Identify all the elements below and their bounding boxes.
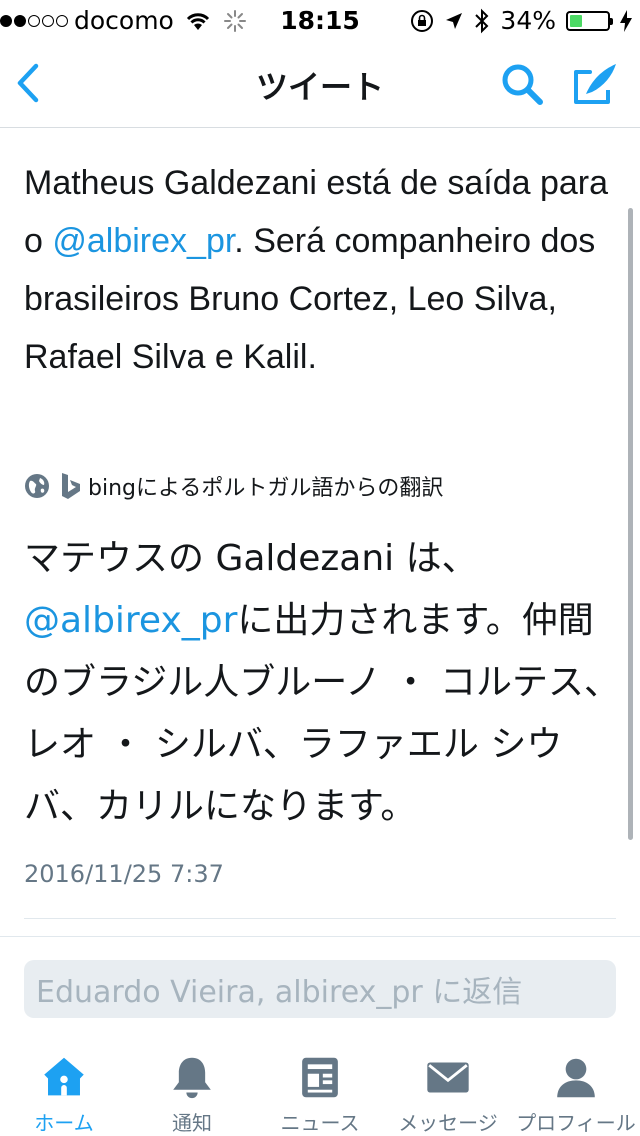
charging-bolt-icon [620, 9, 632, 32]
divider [24, 918, 616, 919]
tab-home[interactable]: ホーム [0, 1040, 128, 1136]
scroll-indicator [628, 208, 633, 840]
bing-logo-icon [62, 473, 80, 499]
orientation-lock-icon [411, 9, 434, 32]
tab-label: ホーム [34, 1111, 94, 1135]
reply-placeholder: Eduardo Vieira, albirex_pr に返信 [36, 975, 523, 1010]
tab-label: メッセージ [398, 1111, 498, 1135]
tweet-timestamp: 2016/11/25 7:37 [24, 860, 224, 888]
tab-news[interactable]: ニュース [256, 1040, 384, 1136]
tab-notifications[interactable]: 通知 [128, 1040, 256, 1136]
tab-label: プロフィール [516, 1111, 636, 1135]
battery-icon [566, 10, 613, 31]
tab-profile[interactable]: プロフィール [512, 1040, 640, 1136]
divider [0, 936, 640, 937]
status-bar: docomo 18:15 34% [0, 0, 640, 40]
tweet-text: Matheus Galdezani está de saída para o @… [24, 154, 620, 386]
reply-input[interactable]: Eduardo Vieira, albirex_pr に返信 [24, 960, 616, 1018]
navigation-bar: ツイート [0, 40, 640, 128]
tab-label: ニュース [280, 1111, 360, 1135]
compose-tweet-icon[interactable] [570, 60, 620, 108]
home-icon [44, 1057, 84, 1096]
mention-link[interactable]: @albirex_pr [52, 222, 234, 260]
tab-bar: ホーム 通知 ニュース メッセージ プロフィール [0, 1040, 640, 1136]
tab-messages[interactable]: メッセージ [384, 1040, 512, 1136]
profile-icon [557, 1058, 595, 1098]
bell-icon [173, 1057, 211, 1099]
search-icon[interactable] [498, 60, 546, 108]
news-icon [302, 1057, 338, 1098]
translated-text-part: マテウスの Galdezani は、 [24, 538, 478, 579]
globe-icon [25, 474, 49, 498]
translated-tweet-text: マテウスの Galdezani は、 @albirex_prに出力されます。仲間の… [24, 528, 624, 838]
translation-attribution: bingによるポルトガル語からの翻訳 [24, 466, 443, 506]
tab-label: 通知 [172, 1111, 212, 1135]
location-arrow-icon [446, 12, 463, 29]
translation-label: bingによるポルトガル語からの翻訳 [88, 476, 444, 501]
battery-percent: 34% [500, 6, 556, 35]
translated-mention-link[interactable]: @albirex_pr [24, 600, 237, 641]
envelope-icon [427, 1062, 469, 1093]
bluetooth-icon [475, 8, 489, 33]
